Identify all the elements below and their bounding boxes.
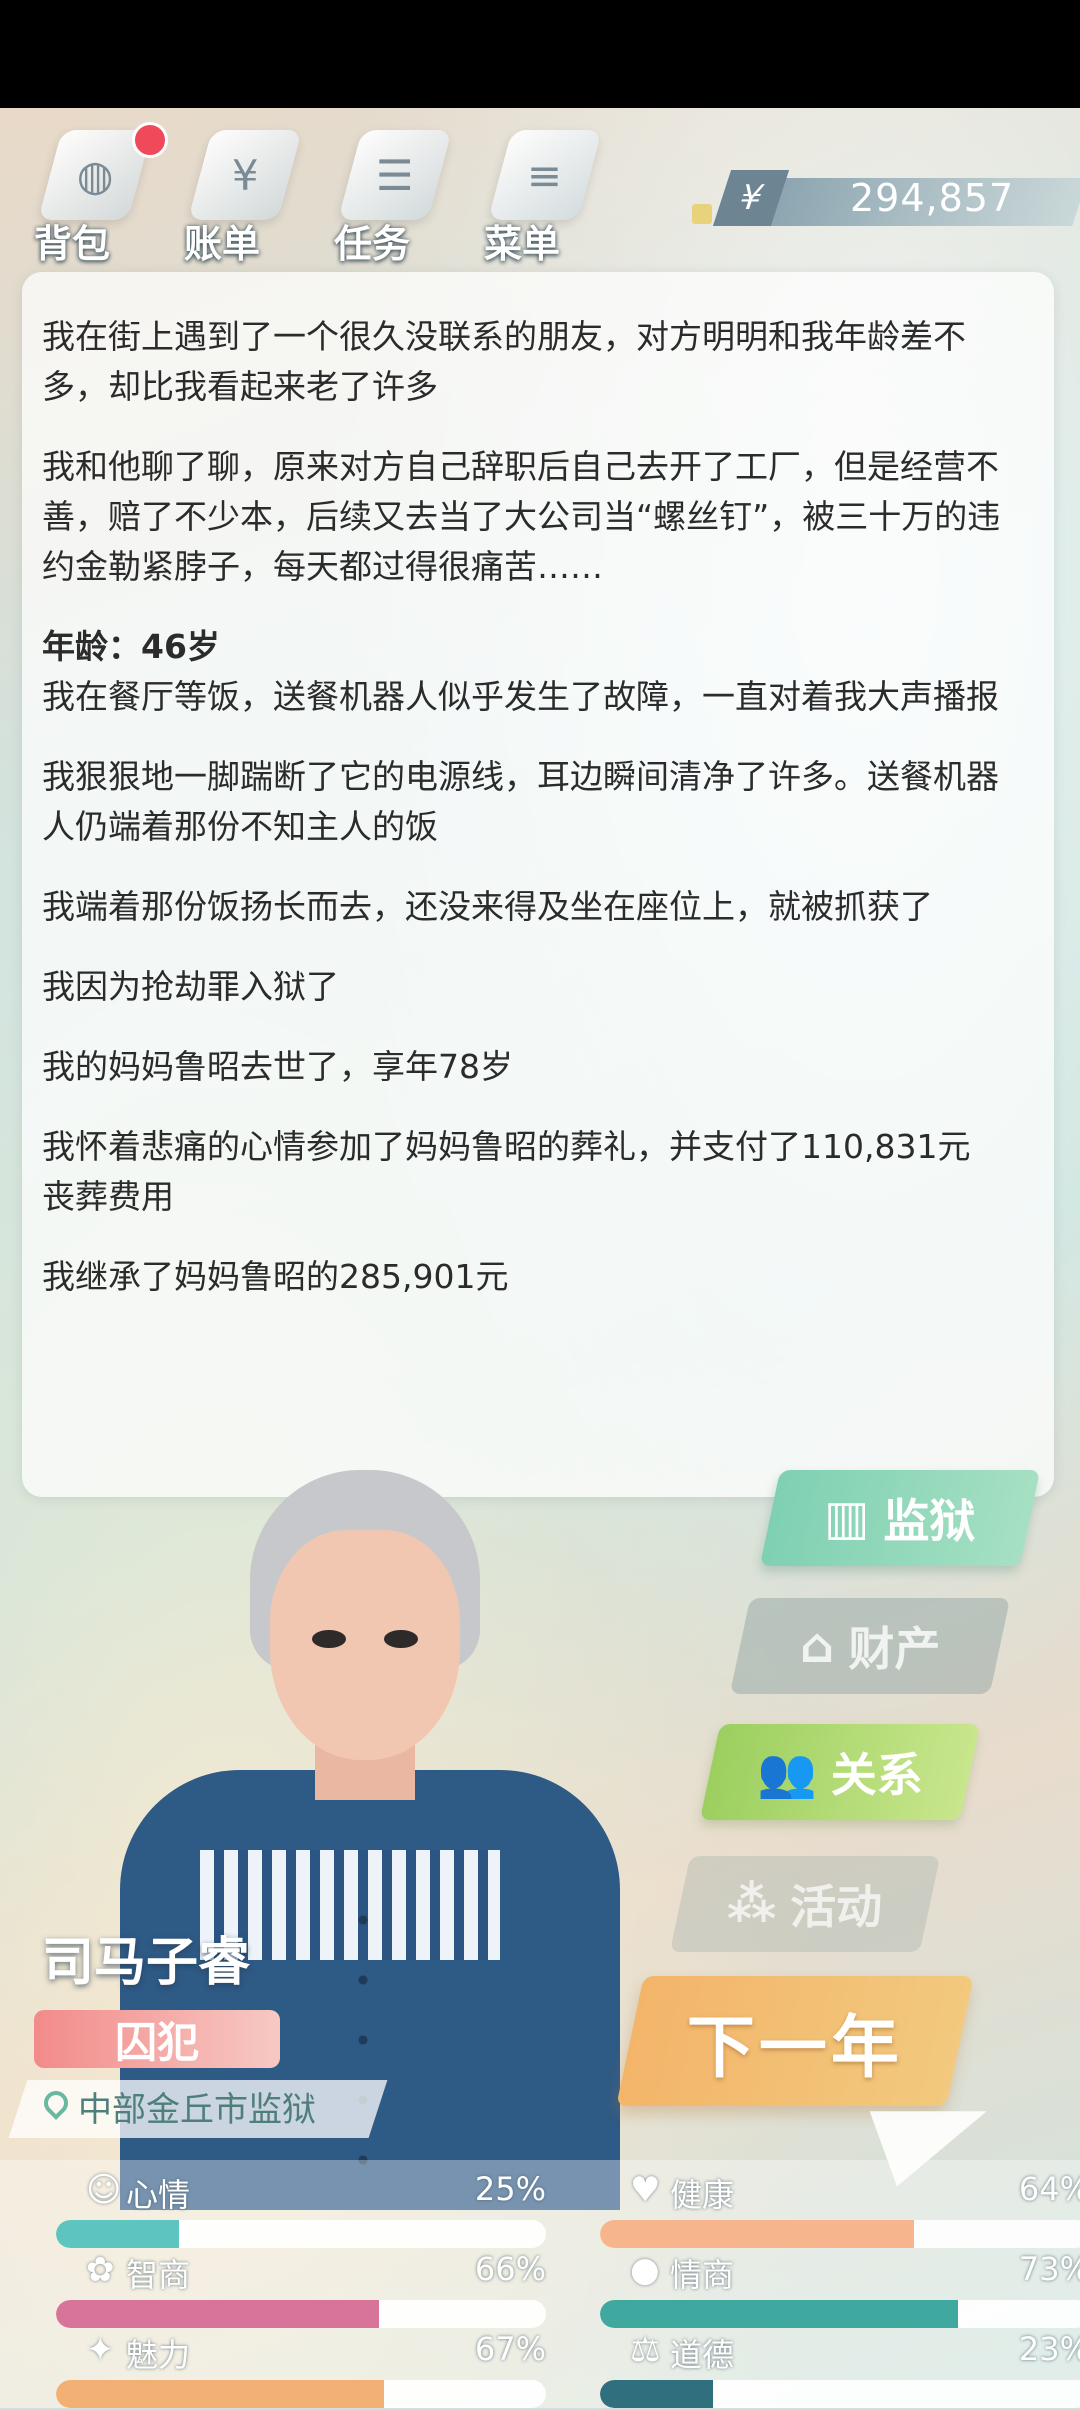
stat-value: 64%: [1018, 2170, 1080, 2208]
location-label: 中部金丘市监狱: [78, 2090, 316, 2130]
money-value: 294,857: [850, 176, 1015, 220]
stat-bar-fill: [56, 2380, 385, 2408]
left-eye: [312, 1630, 346, 1648]
next-year-button[interactable]: 下一年: [616, 1976, 974, 2106]
stat-bar-fill: [600, 2300, 958, 2328]
stat-mood: ☺ 心情 25%: [56, 2170, 546, 2250]
activity-label: 活动: [790, 1880, 883, 1934]
stat-value: 23%: [1018, 2330, 1080, 2368]
activity-button[interactable]: ⁂ 活动: [669, 1856, 941, 1952]
stat-label: 智商: [126, 2256, 191, 2294]
bill-label: 账单: [184, 222, 261, 266]
stat-bar-fill: [56, 2300, 380, 2328]
face: [270, 1530, 460, 1760]
stat-eq: ● 情商 73%: [600, 2250, 1080, 2330]
stat-value: 67%: [474, 2330, 546, 2368]
log-entry: 我和他聊了聊，原来对方自己辞职后自己去开了工厂，但是经营不善，赔了不少本，后续又…: [42, 447, 1001, 586]
sparkle-icon: ✦: [86, 2330, 115, 2370]
relations-label: 关系: [830, 1748, 923, 1802]
prison-icon: ▥: [824, 1490, 870, 1546]
stat-label: 心情: [126, 2176, 191, 2214]
log-entry: 我继承了妈妈鲁昭的285,901元: [42, 1257, 509, 1296]
task-icon: ☰: [337, 130, 453, 220]
character-name: 司马子睿: [42, 1933, 251, 1993]
bill-button[interactable]: ¥ 账单: [170, 118, 310, 268]
right-eye: [384, 1630, 418, 1648]
log-entry: 我因为抢劫罪入狱了: [42, 967, 339, 1006]
menu-button[interactable]: ≡ 菜单: [470, 118, 610, 268]
smile-icon: ☺: [86, 2170, 122, 2210]
age-label: 年龄：46岁: [42, 627, 220, 666]
task-button[interactable]: ☰ 任务: [320, 118, 460, 268]
log-entry: 我的妈妈鲁昭去世了，享年78岁: [42, 1047, 513, 1086]
log-entry: 我怀着悲痛的心情参加了妈妈鲁昭的葬礼，并支付了110,831元丧葬费用: [42, 1127, 971, 1216]
scale-icon: ⚖: [630, 2330, 661, 2370]
relations-button[interactable]: 👥 关系: [699, 1724, 981, 1820]
brain-icon: ✿: [86, 2250, 115, 2290]
stat-value: 66%: [474, 2250, 546, 2288]
log-entry: 我在街上遇到了一个很久没联系的朋友，对方明明和我年龄差不多，却比我看起来老了许多: [42, 317, 966, 406]
stat-bar-fill: [600, 2380, 713, 2408]
property-button[interactable]: ⌂ 财产: [729, 1598, 1011, 1694]
bill-icon: ¥: [187, 130, 303, 220]
stat-bar-fill: [56, 2220, 179, 2248]
coin-icon: [692, 204, 712, 224]
money-display: ¥ 294,857: [692, 170, 1080, 226]
top-nav: ◍ 背包 ¥ 账单 ☰ 任务 ≡ 菜单: [20, 118, 640, 268]
property-label: 财产: [848, 1622, 941, 1676]
menu-label: 菜单: [484, 222, 561, 266]
stat-iq: ✿ 智商 66%: [56, 2250, 546, 2330]
bag-button[interactable]: ◍ 背包: [20, 118, 168, 268]
job-badge: 囚犯: [34, 2010, 280, 2068]
heart-icon: ♥: [630, 2170, 661, 2210]
menu-icon: ≡: [487, 130, 603, 220]
stat-label: 情商: [670, 2256, 735, 2294]
stat-bar-fill: [600, 2220, 914, 2248]
apple-icon: ●: [630, 2250, 660, 2290]
stat-morality: ⚖ 道德 23%: [600, 2330, 1080, 2410]
event-log: 我在街上遇到了一个很久没联系的朋友，对方明明和我年龄差不多，却比我看起来老了许多…: [42, 312, 1002, 1332]
people-icon: 👥: [757, 1744, 817, 1801]
task-label: 任务: [334, 222, 411, 266]
stat-label: 健康: [670, 2176, 735, 2214]
stat-value: 25%: [474, 2170, 546, 2208]
stat-value: 73%: [1018, 2250, 1080, 2288]
log-entry: 我狠狠地一脚踹断了它的电源线，耳边瞬间清净了许多。送餐机器人仍端着那份不知主人的…: [42, 757, 999, 846]
bag-label: 背包: [34, 222, 111, 266]
location-pin-icon: [44, 2091, 68, 2123]
activity-icon: ⁂: [727, 1876, 777, 1932]
location: 中部金丘市监狱: [44, 2082, 316, 2131]
notification-dot: [132, 122, 168, 158]
stat-charm: ✦ 魅力 67%: [56, 2330, 546, 2410]
stat-label: 道德: [670, 2336, 735, 2374]
next-year-label: 下一年: [686, 2008, 903, 2088]
log-entry: 我端着那份饭扬长而去，还没来得及坐在座位上，就被抓获了: [42, 887, 933, 926]
log-entry: 我在餐厅等饭，送餐机器人似乎发生了故障，一直对着我大声播报: [42, 677, 999, 716]
stats-panel: ☺ 心情 25% ♥ 健康 64% ✿ 智商 66% ● 情商 73% ✦ 魅力…: [0, 2160, 1080, 2408]
prison-button[interactable]: ▥ 监狱: [759, 1470, 1041, 1566]
house-icon: ⌂: [799, 1618, 835, 1674]
stat-label: 魅力: [126, 2336, 191, 2374]
status-bar: [0, 0, 1080, 108]
stat-health: ♥ 健康 64%: [600, 2170, 1080, 2250]
prison-label: 监狱: [883, 1494, 976, 1548]
